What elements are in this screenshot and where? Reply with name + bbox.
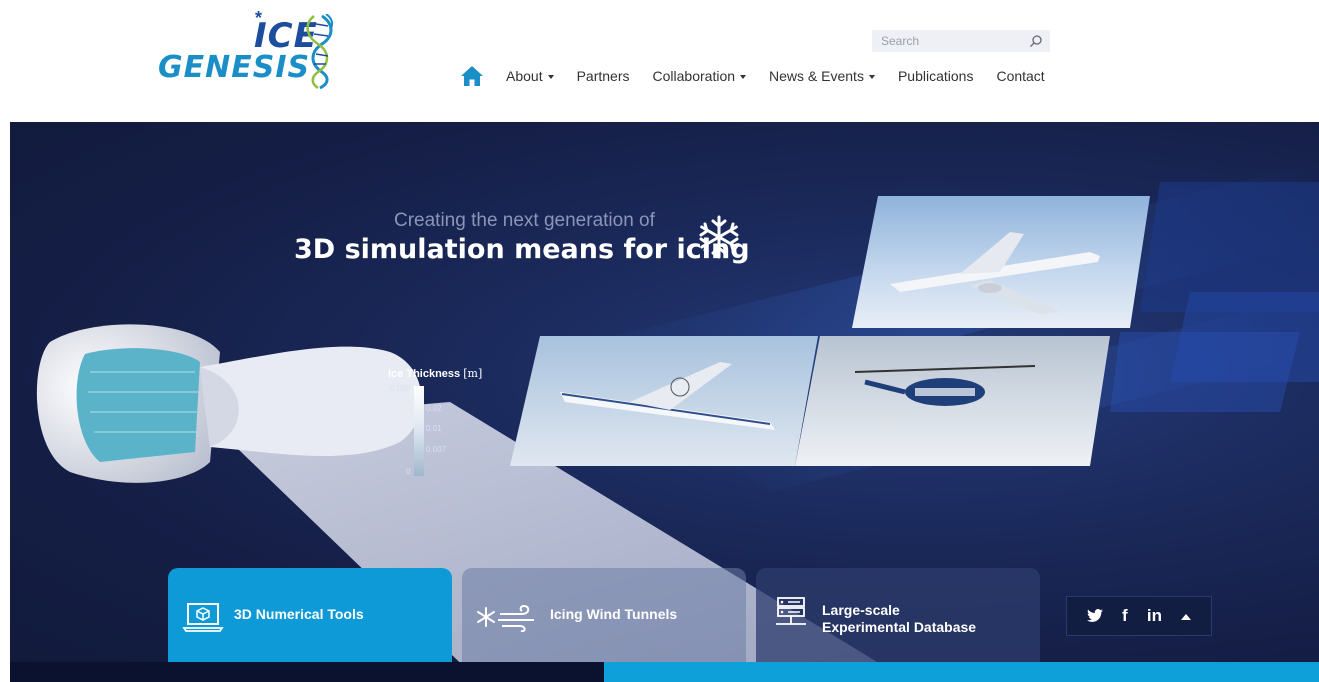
caret-down-icon <box>740 75 747 79</box>
ice-genesis-logo[interactable]: * ICE GENESIS <box>158 8 348 92</box>
nav-contact[interactable]: Contact <box>996 68 1044 84</box>
legend-label-max: 0.029 <box>390 384 411 393</box>
caret-down-icon <box>547 75 554 79</box>
tab-icing-wind-tunnels-label: Icing Wind Tunnels <box>550 606 678 622</box>
nav-partners-label: Partners <box>576 68 630 84</box>
snow-wind-icon <box>476 602 540 632</box>
nav-collaboration-label: Collaboration <box>652 68 736 84</box>
hero-tagline-big: 3D simulation means for icing <box>294 234 750 265</box>
site-header: * ICE GENESIS About Partners Collaborati… <box>0 0 1319 122</box>
tab-experimental-database-line1: Large-scale <box>822 602 900 618</box>
hero-tagline-small: Creating the next generation of <box>394 210 655 231</box>
search-box[interactable] <box>872 30 1050 52</box>
logo-genesis-text: GENESIS <box>158 50 311 85</box>
tab-experimental-database-line2: Experimental Database <box>822 619 977 635</box>
tab-experimental-database-label: Large-scale Experimental Database <box>822 602 976 636</box>
ice-thickness-color-bar <box>414 386 424 476</box>
legend-label-4: 0.007 <box>426 445 447 454</box>
server-icon <box>770 597 812 628</box>
nav-collaboration[interactable]: Collaboration <box>653 68 747 84</box>
snowflake-icon <box>699 215 739 259</box>
main-nav: About Partners Collaboration News & Even… <box>460 64 1045 88</box>
social-links-bar: f in <box>1066 596 1212 636</box>
nav-contact-label: Contact <box>996 68 1045 84</box>
nav-about[interactable]: About <box>506 68 554 84</box>
legend-label-min: 0 <box>406 467 411 476</box>
home-link[interactable] <box>460 65 484 87</box>
content-strip-right <box>604 662 1319 682</box>
nav-about-label: About <box>506 68 543 84</box>
caret-down-icon <box>868 75 875 79</box>
linkedin-icon[interactable]: in <box>1147 606 1162 626</box>
home-icon <box>461 66 483 86</box>
search-input[interactable] <box>873 31 1023 51</box>
content-strip-left <box>10 662 604 682</box>
legend-label-3: 0.01 <box>426 424 442 433</box>
ice-thickness-legend-title: Ice Thickness [m] <box>388 367 482 380</box>
nav-news-events[interactable]: News & Events <box>769 68 875 84</box>
legend-label-2: 0.02 <box>426 404 442 413</box>
up-arrow-icon[interactable] <box>1181 613 1192 620</box>
twitter-icon[interactable] <box>1086 609 1103 623</box>
facebook-icon[interactable]: f <box>1122 606 1128 626</box>
nav-partners[interactable]: Partners <box>577 68 630 84</box>
laptop-cube-icon <box>182 602 224 632</box>
nav-news-events-label: News & Events <box>769 68 864 84</box>
search-icon[interactable] <box>1029 34 1043 48</box>
nav-publications[interactable]: Publications <box>898 68 974 84</box>
nav-publications-label: Publications <box>897 68 974 84</box>
tab-3d-numerical-tools-label: 3D Numerical Tools <box>234 606 364 622</box>
legend-title: Ice Thickness <box>388 368 461 380</box>
legend-unit: [m] <box>463 367 483 380</box>
hero-banner: Creating the next generation of 3D simul… <box>10 122 1319 682</box>
dna-helix-icon <box>306 14 334 90</box>
